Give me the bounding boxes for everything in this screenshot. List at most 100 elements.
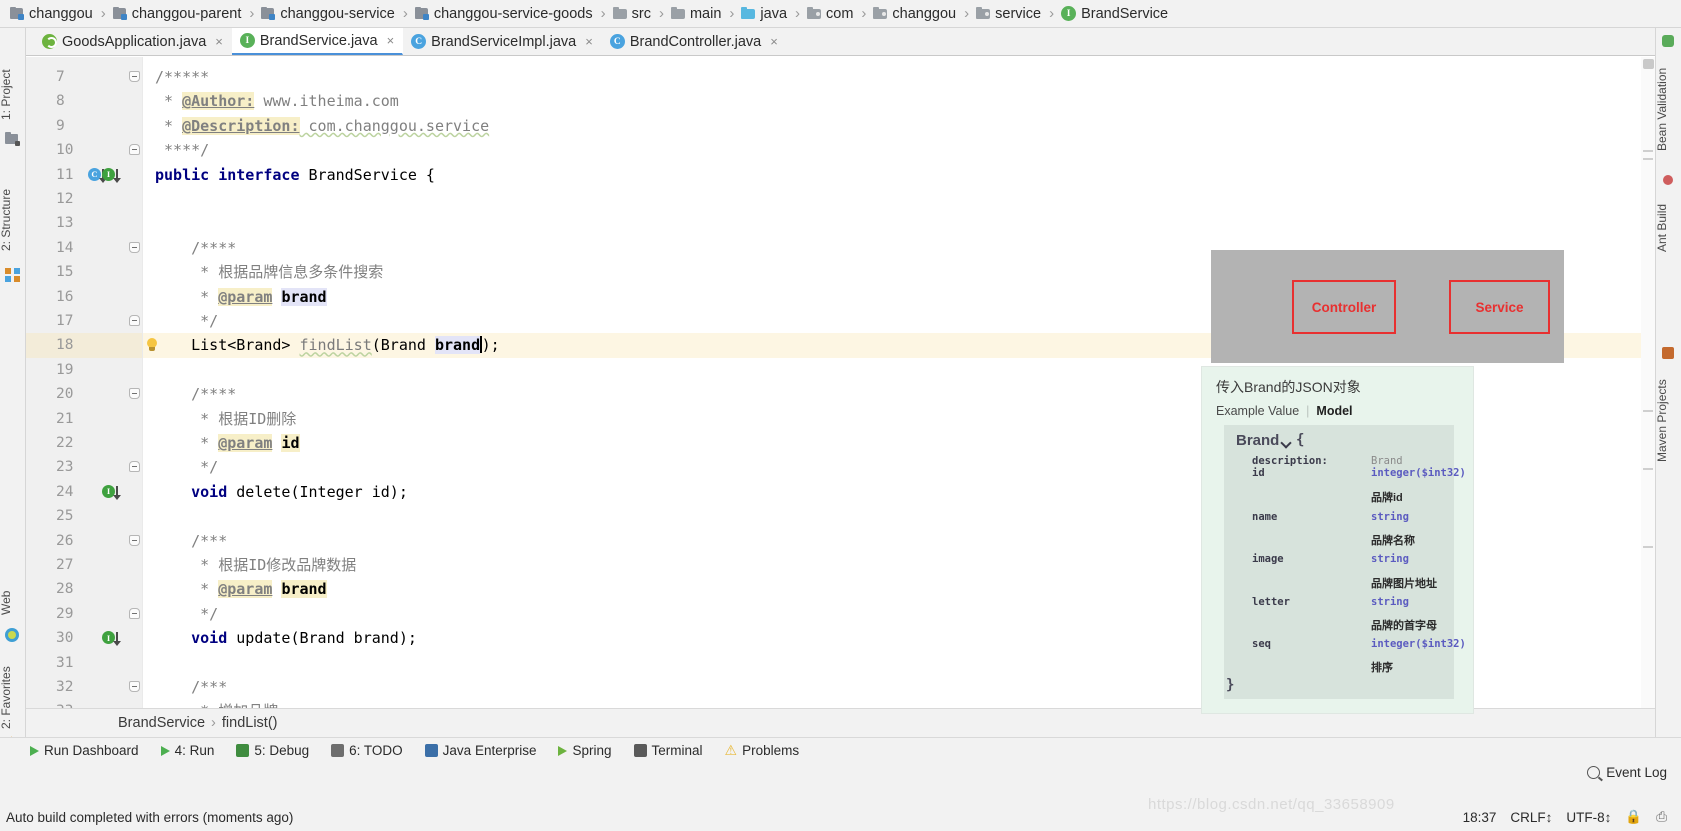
line-number: 22 <box>26 431 142 455</box>
breadcrumb-item-changgou[interactable]: changgou <box>6 0 95 28</box>
editor-tab-brandservice[interactable]: I BrandService.java × <box>231 28 404 55</box>
line-number-value: 11 <box>56 166 74 183</box>
bean-icon <box>1661 34 1676 48</box>
structure-icon <box>5 268 20 282</box>
tab-model[interactable]: Model <box>1316 404 1352 418</box>
close-icon[interactable]: × <box>770 34 778 49</box>
line-number-value: 24 <box>56 483 74 500</box>
close-icon[interactable]: × <box>387 33 395 48</box>
code-fold-toggle[interactable] <box>129 144 140 156</box>
status-encoding[interactable]: UTF-8↕ <box>1566 810 1611 825</box>
tool-window-maven-projects[interactable]: Maven Projects <box>1655 366 1681 476</box>
breadcrumb-item-main[interactable]: main <box>667 0 723 28</box>
swagger-tabs: Example Value | Model <box>1216 404 1353 418</box>
chevron-down-icon[interactable] <box>1280 437 1292 449</box>
breadcrumb-item-label: changgou-parent <box>131 5 242 22</box>
editor-gutter[interactable]: 7 8 9 10 11 12 13 14 15 16 17 18 19 20 21 22 23 24 25 26 27 2… <box>26 57 143 737</box>
tool-window-button-5-debug[interactable]: 5: Debug <box>236 743 309 758</box>
intention-bulb-icon[interactable] <box>146 338 158 352</box>
tool-window-ant-build[interactable]: Ant Build <box>1655 193 1681 263</box>
tool-window-button-label: 4: Run <box>174 743 215 758</box>
tool-window-bean-validation[interactable]: Bean Validation <box>1655 54 1681 164</box>
code-fold-toggle[interactable] <box>129 534 140 546</box>
lock-icon[interactable]: 🔒 <box>1625 809 1642 825</box>
breadcrumb-item-changgou-service-goods[interactable]: changgou-service-goods <box>411 0 595 28</box>
print-icon[interactable]: ⎙ <box>1656 809 1667 825</box>
line-number: 28 <box>26 577 142 601</box>
editor-scrollbar[interactable] <box>1641 57 1655 737</box>
tool-window-button-4-run[interactable]: 4: Run <box>160 743 215 758</box>
line-number-value: 10 <box>56 142 74 159</box>
breadcrumb-item-label: src <box>631 5 651 22</box>
line-number: 32 <box>26 675 142 699</box>
sidebar-item-web[interactable]: Web <box>0 583 25 623</box>
gutter-arrow-icon[interactable] <box>113 485 121 500</box>
line-number: 29 <box>26 602 142 626</box>
editor-tab-brandserviceimpl[interactable]: C BrandServiceImpl.java × <box>403 28 602 55</box>
scrollbar-thumb[interactable] <box>1643 59 1654 69</box>
scroll-marker <box>1643 150 1653 152</box>
tool-window-button-6-todo[interactable]: 6: TODO <box>331 743 403 758</box>
event-log-label: Event Log <box>1606 765 1667 780</box>
breadcrumb-item-java[interactable]: java <box>737 0 789 28</box>
source-folder-icon <box>741 6 756 20</box>
code-fold-toggle[interactable] <box>129 71 140 82</box>
scroll-marker <box>1643 158 1653 160</box>
tool-window-button-java-enterprise[interactable]: Java Enterprise <box>424 743 536 758</box>
tab-divider: | <box>1306 404 1310 418</box>
sidebar-item-project[interactable]: 1: Project <box>0 62 25 128</box>
breadcrumb-item-src[interactable]: src <box>609 0 653 28</box>
idea-window: changgou › changgou-parent › changgou-servic… <box>0 0 1681 831</box>
breadcrumb-item-service[interactable]: service <box>972 0 1043 28</box>
breadcrumb-item-brandservice[interactable]: I BrandService <box>1057 0 1170 28</box>
breadcrumb-item-label: changgou <box>29 5 93 22</box>
code-line-interface-decl: public interface BrandService { <box>155 165 435 184</box>
status-line-separator[interactable]: CRLF↕ <box>1510 810 1552 825</box>
line-number-value: 22 <box>56 435 74 451</box>
breadcrumb-item-changgou-parent[interactable]: changgou-parent <box>109 0 244 28</box>
code-fold-toggle[interactable] <box>129 461 140 473</box>
watermark: https://blog.csdn.net/qq_33658909 <box>1148 796 1395 813</box>
event-log-button[interactable]: Event Log <box>1587 765 1667 780</box>
breadcrumb-item-label: changgou-service-goods <box>433 5 593 22</box>
line-number: 31 <box>26 651 142 675</box>
code-fold-toggle[interactable] <box>129 607 140 619</box>
breadcrumb-item-changgou[interactable]: changgou <box>869 0 958 28</box>
tool-window-button-label: Terminal <box>651 743 703 758</box>
editor-tab-goodsapplication[interactable]: GoodsApplication.java × <box>34 28 232 55</box>
code-fold-toggle[interactable] <box>129 241 140 253</box>
gutter-arrow-icon[interactable] <box>113 168 121 183</box>
editor-tab-brandcontroller[interactable]: C BrandController.java × <box>602 28 787 55</box>
tool-window-button-problems[interactable]: ⚠ Problems <box>725 742 800 759</box>
line-number-value: 8 <box>56 93 65 110</box>
code-fold-toggle[interactable] <box>129 315 140 326</box>
code-fold-toggle[interactable] <box>129 681 140 692</box>
breadcrumb-item-changgou-service[interactable]: changgou-service <box>257 0 396 28</box>
swagger-model-name[interactable]: Brand <box>1236 432 1279 449</box>
code-line-comment-close: */ <box>155 604 219 623</box>
line-number-value: 16 <box>56 288 74 305</box>
line-number-value: 9 <box>56 117 65 134</box>
java-enterprise-icon <box>424 744 438 757</box>
sidebar-item-favorites[interactable]: 2: Favorites <box>0 658 25 738</box>
tool-window-button-run-dashboard[interactable]: Run Dashboard <box>30 743 139 758</box>
breadcrumb-item-com[interactable]: com <box>803 0 855 28</box>
line-number-value: 29 <box>56 605 74 622</box>
package-icon <box>873 6 888 20</box>
code-fold-toggle[interactable] <box>129 388 140 400</box>
breadcrumb-class[interactable]: BrandService <box>118 715 205 731</box>
line-number: 25 <box>26 504 142 528</box>
line-number-value: 31 <box>56 654 74 671</box>
line-number: 18 <box>26 333 142 357</box>
web-icon <box>5 628 20 642</box>
breadcrumb-method[interactable]: findList() <box>222 715 278 731</box>
gutter-arrow-icon[interactable] <box>113 632 121 647</box>
close-icon[interactable]: × <box>585 34 593 49</box>
tool-window-button-spring[interactable]: Spring <box>558 743 612 758</box>
tab-example-value[interactable]: Example Value <box>1216 404 1299 418</box>
tool-window-button-terminal[interactable]: Terminal <box>633 743 703 758</box>
sidebar-item-structure[interactable]: 2: Structure <box>0 178 25 262</box>
interface-icon: I <box>239 33 255 48</box>
close-icon[interactable]: × <box>215 34 223 49</box>
code-line-comment-open: /**** <box>155 238 237 257</box>
